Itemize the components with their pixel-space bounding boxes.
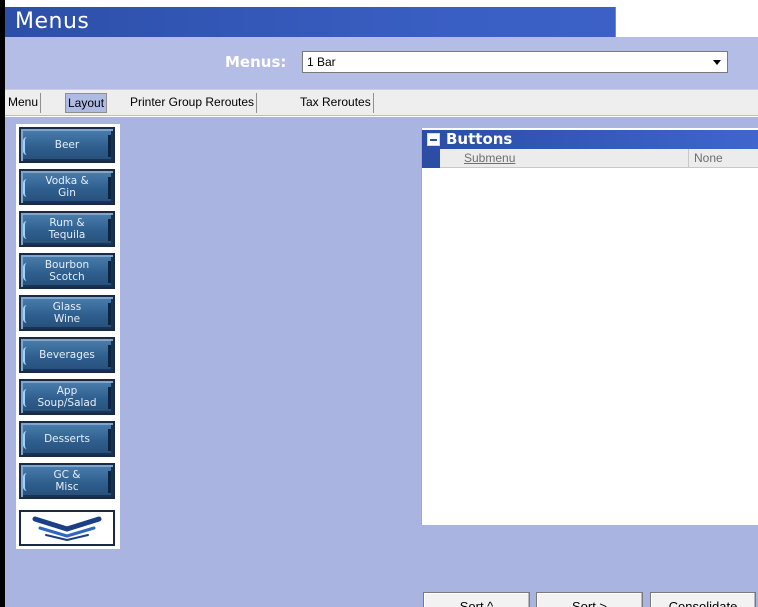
menu-button-label: Beverages bbox=[39, 349, 95, 361]
menu-button-label: Glass Wine bbox=[52, 301, 82, 325]
window-title: Menus bbox=[15, 9, 90, 34]
tab-menu[interactable]: Menu bbox=[6, 93, 42, 113]
scroll-down-button[interactable] bbox=[19, 510, 115, 546]
property-value[interactable]: None bbox=[694, 151, 723, 165]
tab-bar: Menu Layout Printer Group Reroutes Tax R… bbox=[5, 89, 758, 116]
menu-button-panel: Beer Vodka & Gin Rum & Tequila Bourbon Scot… bbox=[16, 124, 120, 549]
menu-button-label: App Soup/Salad bbox=[37, 385, 97, 409]
consolidate-button[interactable]: Consolidate bbox=[650, 592, 756, 607]
properties-section-title: Buttons bbox=[446, 130, 513, 148]
menu-button-gc-misc[interactable]: GC & Misc bbox=[19, 463, 115, 499]
menu-button-beer[interactable]: Beer bbox=[19, 127, 115, 163]
properties-section-header[interactable]: Buttons bbox=[422, 130, 758, 149]
collapse-icon[interactable] bbox=[427, 133, 440, 146]
menu-button-glass-wine[interactable]: Glass Wine bbox=[19, 295, 115, 331]
property-row-submenu[interactable]: Submenu None bbox=[422, 149, 758, 168]
property-divider bbox=[688, 149, 689, 168]
chevron-down-icon bbox=[32, 516, 102, 541]
property-key: Submenu bbox=[464, 151, 516, 165]
menus-dropdown-value: 1 Bar bbox=[307, 55, 336, 69]
menu-button-label: Bourbon Scotch bbox=[44, 259, 90, 283]
minus-icon bbox=[430, 138, 437, 141]
property-row-gutter bbox=[422, 149, 440, 168]
dropdown-arrow-button[interactable] bbox=[707, 52, 727, 72]
tab-layout[interactable]: Layout bbox=[65, 93, 108, 113]
window: Menus Menus: 1 Bar Menu Layout Printer G… bbox=[0, 0, 758, 607]
menus-selector-row: Menus: 1 Bar bbox=[5, 37, 758, 89]
menus-label: Menus: bbox=[225, 53, 287, 71]
menu-button-beverages[interactable]: Beverages bbox=[19, 337, 115, 373]
menus-dropdown[interactable]: 1 Bar bbox=[302, 51, 728, 73]
menu-button-label: Beer bbox=[54, 139, 80, 151]
menu-button-label: GC & Misc bbox=[53, 469, 81, 493]
title-bar-blank-area bbox=[615, 7, 758, 37]
layout-canvas: Beer Vodka & Gin Rum & Tequila Bourbon Scot… bbox=[5, 117, 758, 607]
sort-right-button[interactable]: Sort > bbox=[536, 592, 643, 607]
title-bar: Menus bbox=[5, 7, 758, 37]
tab-printer-group-reroutes[interactable]: Printer Group Reroutes bbox=[128, 93, 258, 113]
menu-button-bourbon-scotch[interactable]: Bourbon Scotch bbox=[19, 253, 115, 289]
properties-panel: Buttons Submenu None bbox=[421, 128, 758, 525]
sort-up-button[interactable]: Sort ^ bbox=[423, 592, 530, 607]
menu-button-vodka-gin[interactable]: Vodka & Gin bbox=[19, 169, 115, 205]
menu-button-desserts[interactable]: Desserts bbox=[19, 421, 115, 457]
menu-button-label: Desserts bbox=[44, 433, 90, 445]
menu-button-label: Rum & Tequila bbox=[48, 217, 86, 241]
menu-button-label: Vodka & Gin bbox=[45, 175, 89, 199]
chevron-down-icon bbox=[713, 59, 721, 65]
menu-button-app-soup-salad[interactable]: App Soup/Salad bbox=[19, 379, 115, 415]
menu-button-rum-tequila[interactable]: Rum & Tequila bbox=[19, 211, 115, 247]
tab-tax-reroutes[interactable]: Tax Reroutes bbox=[298, 93, 374, 113]
